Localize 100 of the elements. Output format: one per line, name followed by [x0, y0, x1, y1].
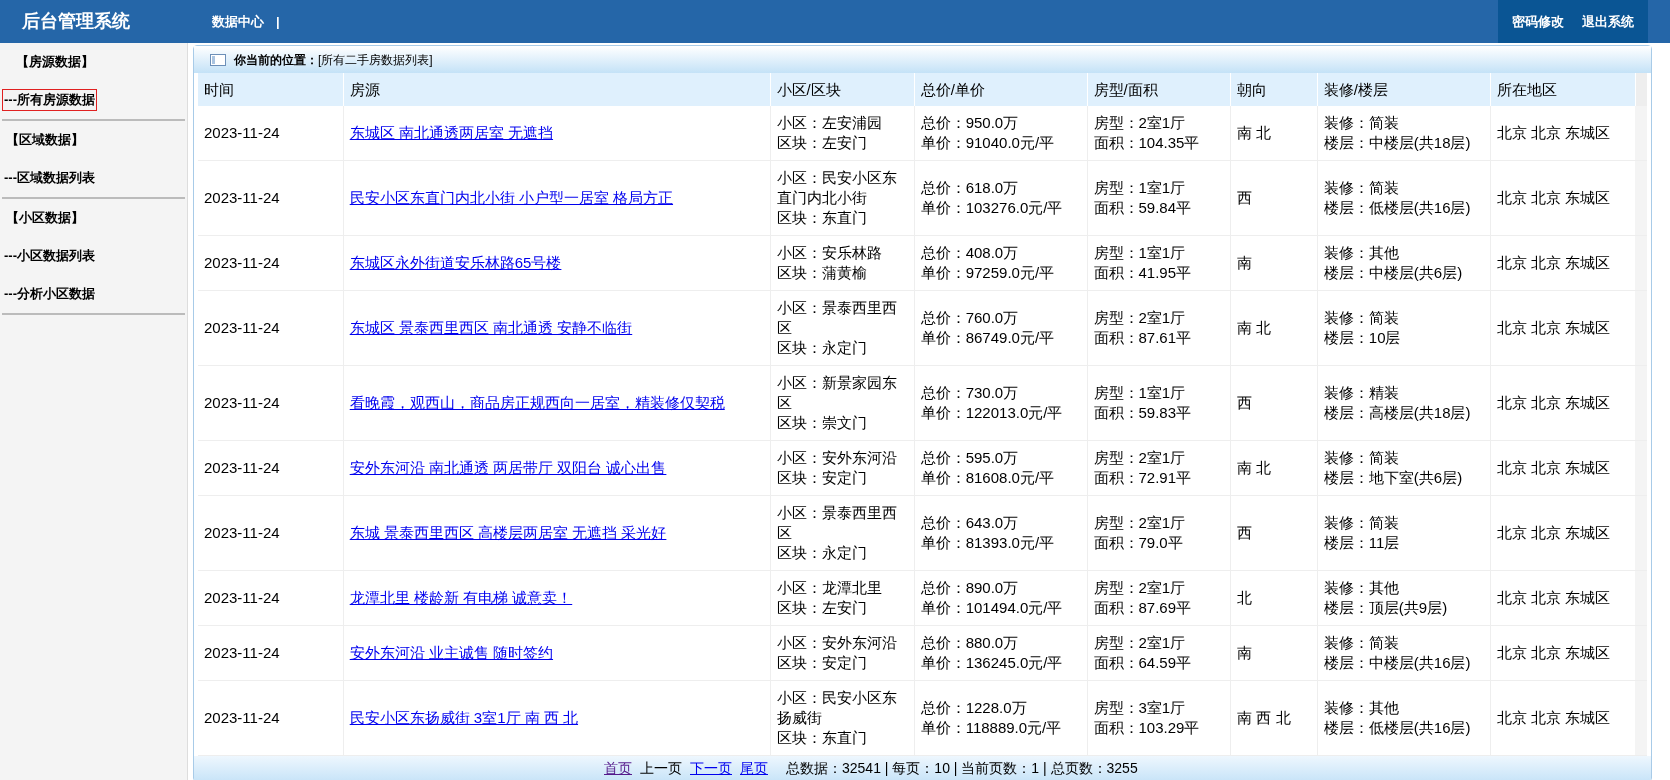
table-cell: 装修：其他 楼层：顶层(共9层)	[1317, 570, 1491, 626]
listing-link[interactable]: 民安小区东扬威街 3室1厅 南 西 北	[349, 709, 579, 726]
table-cell: 小区：新景家园东区 区块：崇文门	[770, 365, 915, 441]
table-cell: 总价：950.0万 单价：91040.0元/平	[914, 106, 1087, 161]
table-cell: 北京 北京 东城区	[1490, 440, 1635, 496]
table-cell: 2023-11-24	[198, 570, 344, 626]
table-cell: 总价：643.0万 单价：81393.0元/平	[914, 495, 1087, 571]
table-cell: 北京 北京 东城区	[1490, 495, 1635, 571]
page-link[interactable]: 尾页	[740, 758, 768, 779]
app-title: 后台管理系统	[22, 10, 131, 33]
table-cell: 北京 北京 东城区	[1490, 625, 1635, 681]
header-action-link[interactable]: 密码修改	[1512, 11, 1564, 32]
sidebar-group-title: 【房源数据】	[15, 53, 95, 72]
listing-link[interactable]: 东城区 景泰西里西区 南北通透 安静不临街	[349, 319, 633, 336]
table-cell: 装修：其他 楼层：中楼层(共6层)	[1317, 235, 1491, 291]
table-cell: 2023-11-24	[198, 625, 344, 681]
table-cell: 总价：618.0万 单价：103276.0元/平	[914, 160, 1087, 236]
sidebar-item[interactable]: ---区域数据列表	[2, 167, 97, 189]
listing-link[interactable]: 东城 景泰西里西区 高楼层两居室 无遮挡 采光好	[349, 524, 667, 541]
table-cell: 西	[1230, 160, 1318, 236]
listing-link[interactable]: 龙潭北里 楼龄新 有电梯 诚意卖！	[349, 589, 573, 606]
table-cell: 小区：安乐林路 区块：蒲黄榆	[770, 235, 915, 291]
sidebar-group-title: 【区域数据】	[5, 131, 85, 150]
column-header: 朝向	[1230, 73, 1318, 106]
table-cell: 装修：简装 楼层：低楼层(共16层)	[1317, 160, 1491, 236]
table-cell: 房型：2室1厅 面积：87.69平	[1087, 570, 1231, 626]
header-action-link[interactable]: 退出系统	[1582, 11, 1634, 32]
table-cell: 总价：1228.0万 单价：118889.0元/平	[914, 680, 1087, 756]
table-cell: 装修：简装 楼层：地下室(共6层)	[1317, 440, 1491, 496]
table-cell: 北京 北京 东城区	[1490, 235, 1635, 291]
table-cell: 2023-11-24	[198, 495, 344, 571]
nav-separator: |	[276, 12, 280, 31]
sidebar-group-title: 【小区数据】	[5, 209, 85, 228]
table-cell: 南	[1230, 235, 1318, 291]
page-link[interactable]: 上一页	[640, 758, 682, 779]
listing-link[interactable]: 安外东河沿 南北通透 两居带厅 双阳台 诚心出售	[349, 459, 667, 476]
table-cell: 北京 北京 东城区	[1490, 160, 1635, 236]
table-cell: 2023-11-24	[198, 106, 344, 161]
table-cell: 房型：1室1厅 面积：59.83平	[1087, 365, 1231, 441]
sidebar-item[interactable]: ---小区数据列表	[2, 245, 97, 267]
table-cell: 南 西 北	[1230, 680, 1318, 756]
table-cell: 房型：2室1厅 面积：87.61平	[1087, 290, 1231, 366]
table-cell: 房型：2室1厅 面积：79.0平	[1087, 495, 1231, 571]
table-cell: 2023-11-24	[198, 290, 344, 366]
sidebar-item[interactable]: ---分析小区数据	[2, 283, 97, 305]
table-cell: 装修：简装 楼层：11层	[1317, 495, 1491, 571]
table-cell: 北京 北京 东城区	[1490, 290, 1635, 366]
listing-link[interactable]: 安外东河沿 业主诚售 随时签约	[349, 644, 554, 661]
table-cell: 小区：景泰西里西区 区块：永定门	[770, 495, 915, 571]
table-cell: 2023-11-24	[198, 440, 344, 496]
table-cell: 2023-11-24	[198, 160, 344, 236]
table-cell: 总价：408.0万 单价：97259.0元/平	[914, 235, 1087, 291]
table-cell: 房型：1室1厅 面积：41.95平	[1087, 235, 1231, 291]
table-cell: 北京 北京 东城区	[1490, 680, 1635, 756]
table-cell: 房型：3室1厅 面积：103.29平	[1087, 680, 1231, 756]
table-cell: 2023-11-24	[198, 680, 344, 756]
listing-link[interactable]: 民安小区东直门内北小街 小户型一居室 格局方正	[349, 189, 674, 206]
column-header: 所在地区	[1490, 73, 1635, 106]
table-cell: 2023-11-24	[198, 235, 344, 291]
list-icon	[210, 53, 226, 66]
table-cell: 小区：民安小区东扬威街 区块：东直门	[770, 680, 915, 756]
table-cell: 北京 北京 东城区	[1490, 570, 1635, 626]
page-link[interactable]: 首页	[604, 758, 632, 779]
table-cell: 小区：景泰西里西区 区块：永定门	[770, 290, 915, 366]
table-cell: 南 北	[1230, 440, 1318, 496]
table-cell: 装修：简装 楼层：中楼层(共18层)	[1317, 106, 1491, 161]
table-cell: 小区：安外东河沿 区块：安定门	[770, 440, 915, 496]
table-cell: 西	[1230, 365, 1318, 441]
table-cell: 西	[1230, 495, 1318, 571]
column-header: 时间	[198, 73, 344, 106]
table-cell: 装修：简装 楼层：中楼层(共16层)	[1317, 625, 1491, 681]
column-header: 小区/区块	[770, 73, 915, 106]
sidebar-item[interactable]: ---所有房源数据	[2, 89, 97, 111]
table-cell: 北	[1230, 570, 1318, 626]
table-cell: 南	[1230, 625, 1318, 681]
table-cell: 房型：2室1厅 面积：64.59平	[1087, 625, 1231, 681]
column-header: 总价/单价	[914, 73, 1087, 106]
table-cell: 总价：890.0万 单价：101494.0元/平	[914, 570, 1087, 626]
table-cell: 小区：安外东河沿 区块：安定门	[770, 625, 915, 681]
table-cell: 北京 北京 东城区	[1490, 106, 1635, 161]
column-header: 房源	[343, 73, 770, 106]
table-cell: 南 北	[1230, 106, 1318, 161]
table-cell: 房型：2室1厅 面积：72.91平	[1087, 440, 1231, 496]
table-cell: 南 北	[1230, 290, 1318, 366]
table-cell: 总价：880.0万 单价：136245.0元/平	[914, 625, 1087, 681]
column-header: 装修/楼层	[1317, 73, 1491, 106]
table-cell: 总价：760.0万 单价：86749.0元/平	[914, 290, 1087, 366]
listing-link[interactable]: 东城区 南北通透两居室 无遮挡	[349, 124, 554, 141]
table-cell: 装修：其他 楼层：低楼层(共16层)	[1317, 680, 1491, 756]
table-cell: 房型：2室1厅 面积：104.35平	[1087, 106, 1231, 161]
table-cell: 装修：精装 楼层：高楼层(共18层)	[1317, 365, 1491, 441]
table-cell: 2023-11-24	[198, 365, 344, 441]
table-cell: 房型：1室1厅 面积：59.84平	[1087, 160, 1231, 236]
listing-link[interactable]: 看晚霞，观西山，商品房正规西向一居室，精装修仅契税	[349, 394, 725, 411]
table-cell: 小区：民安小区东直门内北小街 区块：东直门	[770, 160, 915, 236]
page-link[interactable]: 下一页	[690, 758, 732, 779]
listing-link[interactable]: 东城区永外街道安乐林路65号楼	[349, 254, 562, 271]
table-cell: 装修：简装 楼层：10层	[1317, 290, 1491, 366]
nav-link[interactable]: 数据中心	[212, 11, 264, 32]
table-cell: 总价：730.0万 单价：122013.0元/平	[914, 365, 1087, 441]
